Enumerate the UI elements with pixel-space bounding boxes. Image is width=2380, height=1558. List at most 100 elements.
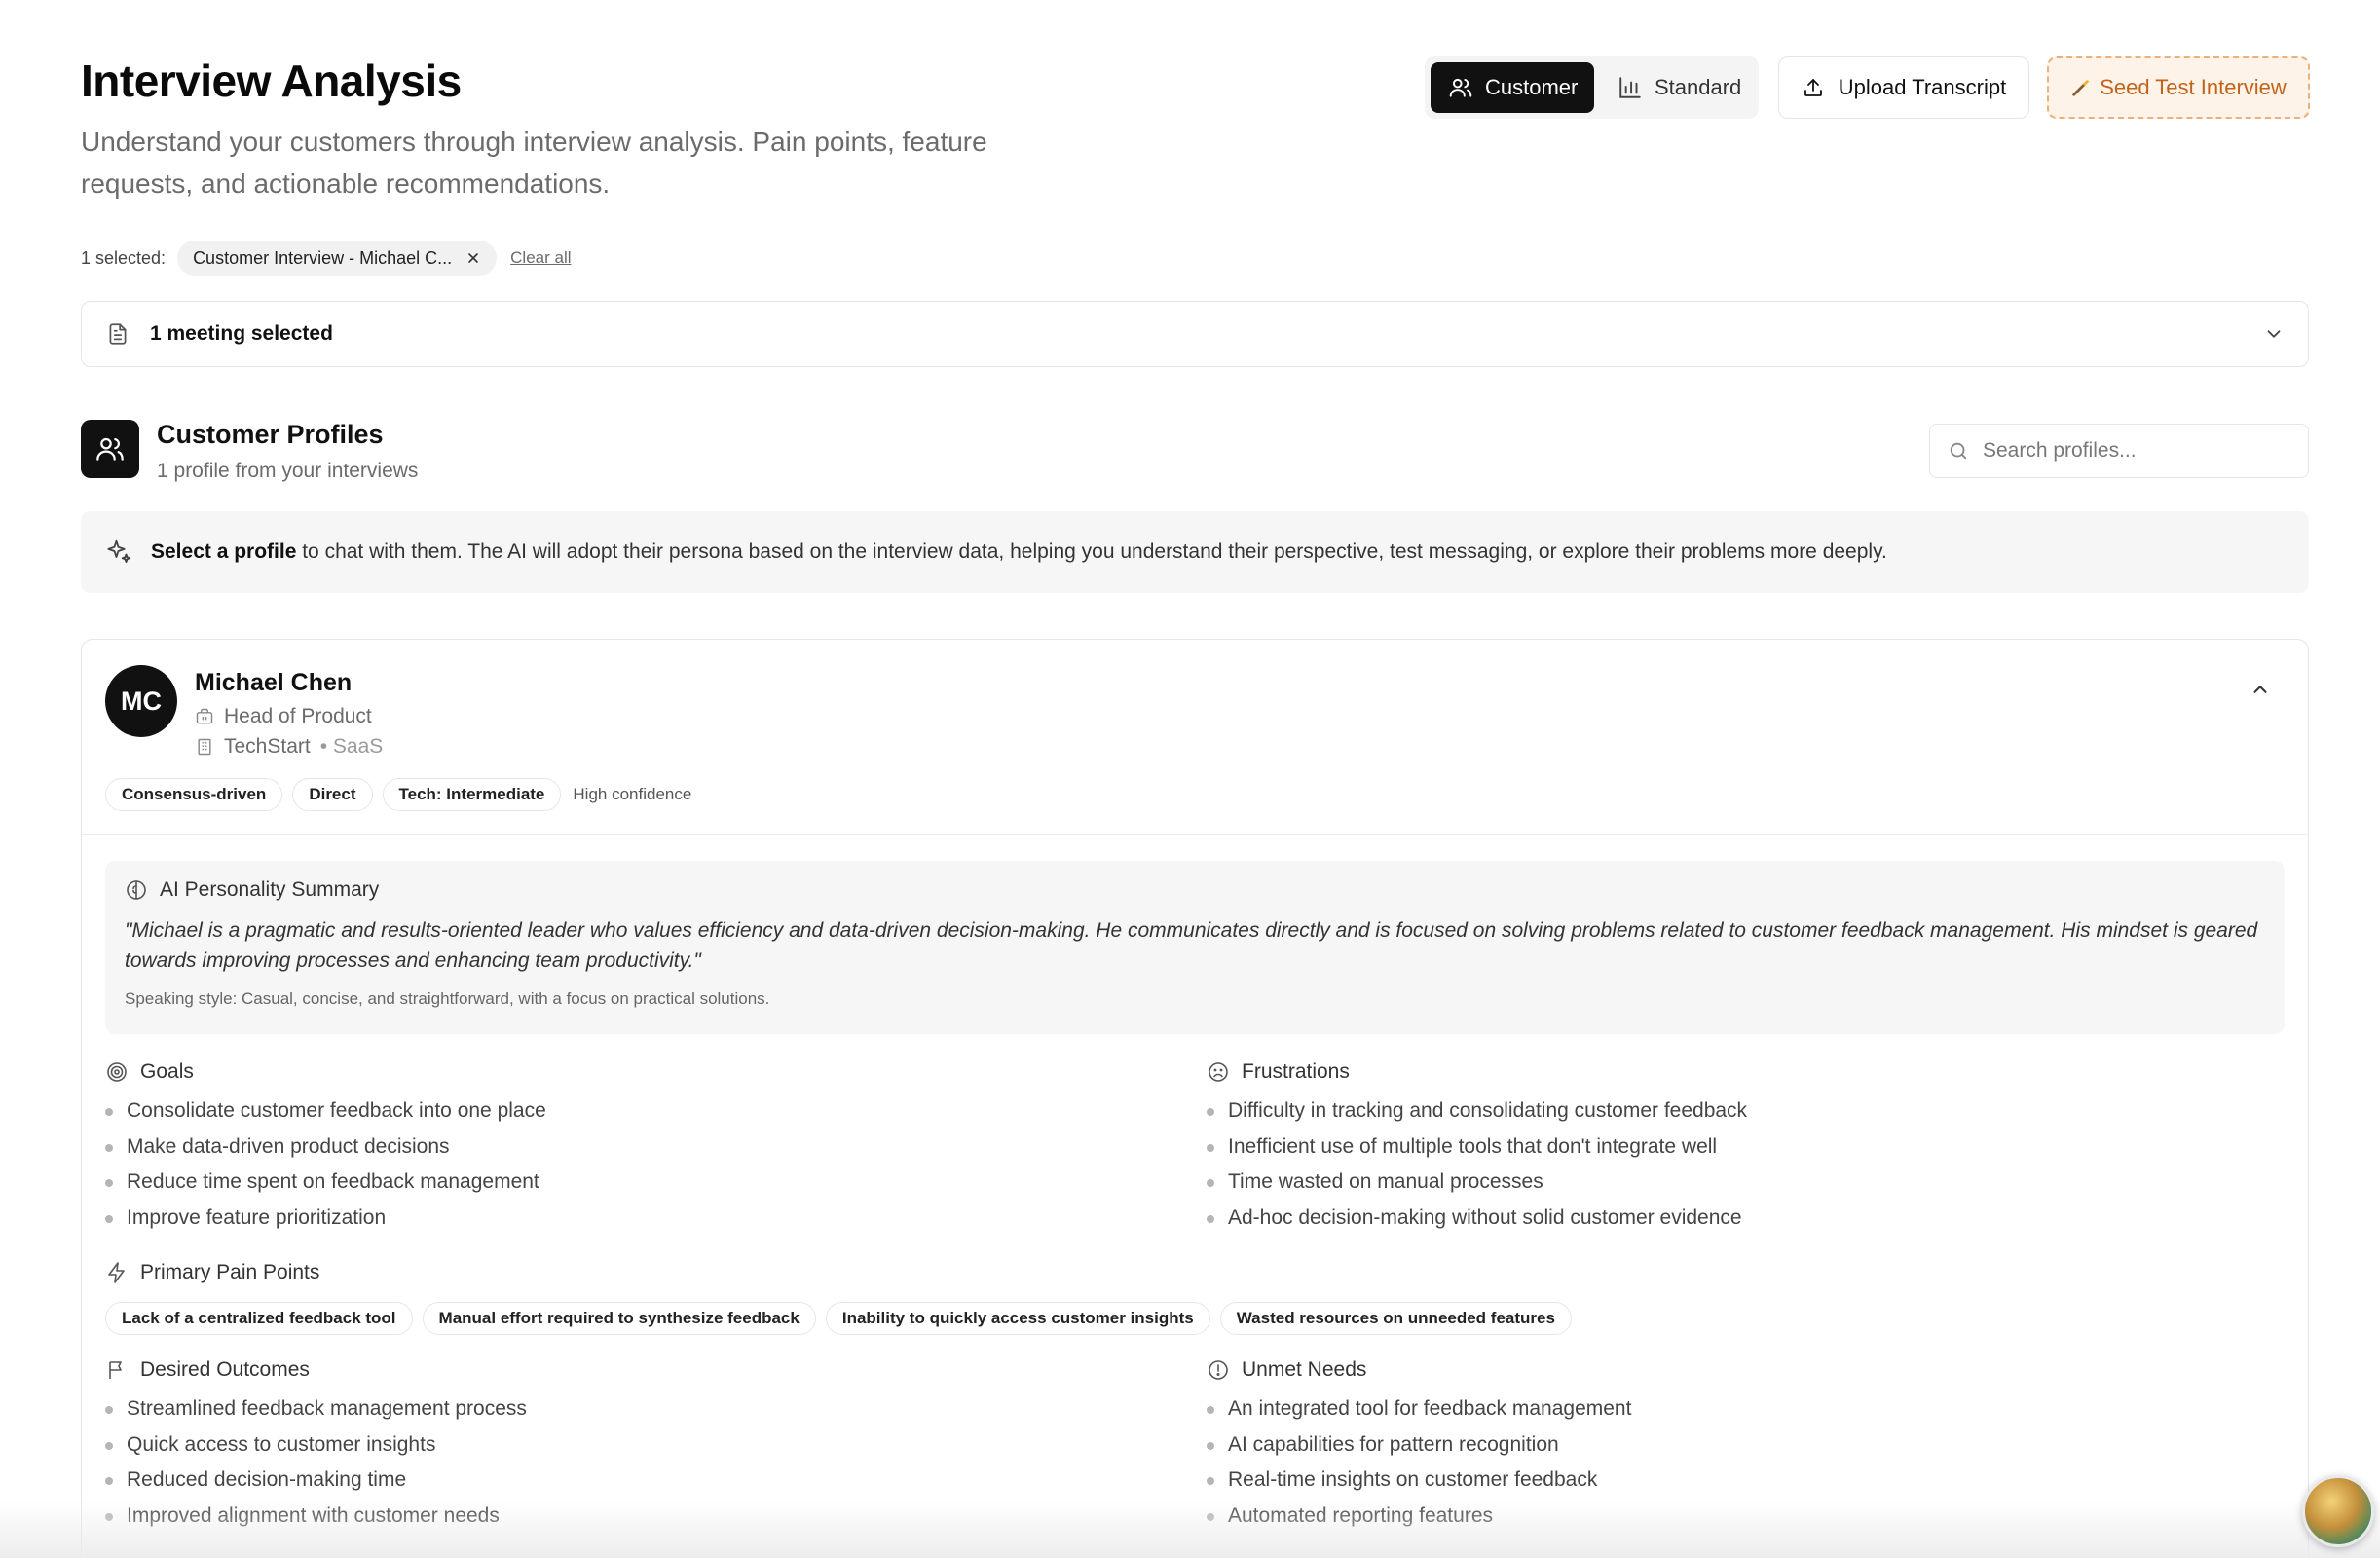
customer-profiles-subtitle: 1 profile from your interviews [157,460,419,482]
selected-count: 1 selected: [81,247,167,268]
list-item: An integrated tool for feedback manageme… [1207,1397,2278,1433]
sparkles-icon [104,538,133,567]
profile-tags: Consensus-driven Direct Tech: Intermedia… [105,778,691,811]
frustrations-header: Frustrations [1207,1058,2278,1086]
pain-point-tag: Wasted resources on unneeded features [1219,1302,1572,1335]
list-item: AI capabilities for pattern recognition [1207,1433,2278,1469]
meeting-selector[interactable]: 1 meeting selected [81,301,2309,367]
upload-transcript-label: Upload Transcript [1838,75,2007,99]
pain-point-tag: Manual effort required to synthesize fee… [422,1302,816,1335]
interview-analysis-page: Interview Analysis Understand your custo… [81,0,2310,1558]
speaking-style: Speaking style: Casual, concise, and str… [125,989,770,1008]
frustrations-section: Frustrations Difficulty in tracking and … [1207,1058,2278,1242]
frustrations-list: Difficulty in tracking and consolidating… [1207,1099,2278,1242]
bar-chart-icon [1618,75,1643,100]
pain-points-title: Primary Pain Points [140,1261,320,1283]
tag-decision-style: Consensus-driven [105,778,283,811]
desired-outcomes-section: Desired Outcomes Streamlined feedback ma… [105,1356,1176,1539]
profile-name: Michael Chen [195,669,353,696]
confidence-label: High confidence [573,785,692,803]
standard-mode-button[interactable]: Standard [1600,62,1759,113]
summary-header: AI Personality Summary [125,878,2265,902]
ai-personality-summary: AI Personality Summary "Michael is a pra… [105,861,2285,1034]
briefcase-icon [195,707,214,726]
alert-circle-icon [1207,1358,1230,1382]
profile-role-label: Head of Product [224,705,372,727]
search-icon [1948,440,1969,462]
list-item: Inefficient use of multiple tools that d… [1207,1135,2278,1171]
selected-interview-label: Customer Interview - Michael C... [193,247,453,268]
chevron-down-icon [2263,323,2285,345]
brain-icon [125,878,148,902]
desired-outcomes-title: Desired Outcomes [140,1358,310,1381]
summary-title: AI Personality Summary [160,878,380,901]
goals-list: Consolidate customer feedback into one p… [105,1099,1176,1242]
profile-company: TechStart • SaaS [195,735,383,759]
building-icon [195,737,214,757]
list-item: Improve feature prioritization [105,1206,1176,1243]
seed-test-interview-button[interactable]: Seed Test Interview [2047,56,2310,119]
pain-points-header: Primary Pain Points [105,1259,2285,1286]
list-item: Real-time insights on customer feedback [1207,1468,2278,1504]
meeting-selector-label: 1 meeting selected [150,322,333,345]
pain-point-tag: Lack of a centralized feedback tool [105,1302,413,1335]
chevron-up-icon[interactable] [2250,679,2271,700]
goals-section: Goals Consolidate customer feedback into… [105,1058,1176,1242]
profile-chat-hint-bold: Select a profile [151,540,297,563]
upload-transcript-button[interactable]: Upload Transcript [1778,56,2029,119]
tag-communication: Direct [292,778,373,811]
page-title: Interview Analysis [81,56,462,106]
selected-interview-chip: Customer Interview - Michael C... [177,241,498,276]
summary-quote: "Michael is a pragmatic and results-orie… [125,919,2258,972]
profile-chat-hint: Select a profile to chat with them. The … [81,511,2309,593]
list-item: Time wasted on manual processes [1207,1170,2278,1206]
upload-icon [1802,76,1825,99]
desired-outcomes-list: Streamlined feedback management process … [105,1397,1176,1539]
card-divider [82,834,2307,835]
list-item: Improved alignment with customer needs [105,1504,1176,1540]
selection-row: 1 selected: Customer Interview - Michael… [81,241,572,276]
list-item: Reduced decision-making time [105,1468,1176,1504]
assistant-avatar-button[interactable] [2302,1475,2374,1547]
profile-chat-hint-rest: to chat with them. The AI will adopt the… [296,540,1887,563]
goals-header: Goals [105,1058,1176,1086]
list-item: Make data-driven product decisions [105,1135,1176,1171]
avatar: MC [105,665,177,737]
list-item: Automated reporting features [1207,1504,2278,1540]
pain-points-section: Primary Pain Points Lack of a centralize… [105,1259,2285,1335]
frustrations-title: Frustrations [1242,1060,1350,1083]
profile-industry-label: • SaaS [319,735,384,758]
mode-toggle: Customer Standard [1425,56,1759,119]
list-item: Quick access to customer insights [105,1433,1176,1469]
users-icon [1448,75,1473,100]
magic-wand-icon [2070,77,2092,98]
unmet-needs-header: Unmet Needs [1207,1356,2278,1384]
search-profiles-input[interactable]: Search profiles... [1929,424,2309,478]
seed-test-interview-label: Seed Test Interview [2100,75,2287,99]
unmet-needs-list: An integrated tool for feedback manageme… [1207,1397,2278,1539]
unmet-needs-title: Unmet Needs [1242,1358,1367,1381]
standard-mode-label: Standard [1655,75,1742,99]
profile-card[interactable]: MC Michael Chen Head of Product TechStar… [81,639,2309,1558]
target-icon [105,1060,129,1084]
remove-chip-icon[interactable] [465,250,481,266]
search-placeholder: Search profiles... [1983,439,2137,462]
desired-outcomes-header: Desired Outcomes [105,1356,1176,1384]
clear-all-link[interactable]: Clear all [510,248,571,268]
tag-tech-level: Tech: Intermediate [382,778,562,811]
document-icon [105,321,130,347]
customer-mode-label: Customer [1485,75,1579,99]
customer-profiles-title: Customer Profiles [157,420,384,449]
customer-profiles-icon [81,420,139,478]
pain-points-list: Lack of a centralized feedback tool Manu… [105,1302,2285,1335]
page-subtitle: Understand your customers through interv… [81,127,987,199]
customer-mode-button[interactable]: Customer [1431,62,1594,113]
pain-point-tag: Inability to quickly access customer ins… [825,1302,1210,1335]
list-item: Ad-hoc decision-making without solid cus… [1207,1206,2278,1243]
list-item: Consolidate customer feedback into one p… [105,1099,1176,1135]
list-item: Reduce time spent on feedback management [105,1170,1176,1206]
profile-chat-hint-text: Select a profile to chat with them. The … [151,540,1887,564]
goals-title: Goals [140,1060,194,1083]
lightning-icon [105,1261,129,1284]
flag-icon [105,1358,129,1382]
